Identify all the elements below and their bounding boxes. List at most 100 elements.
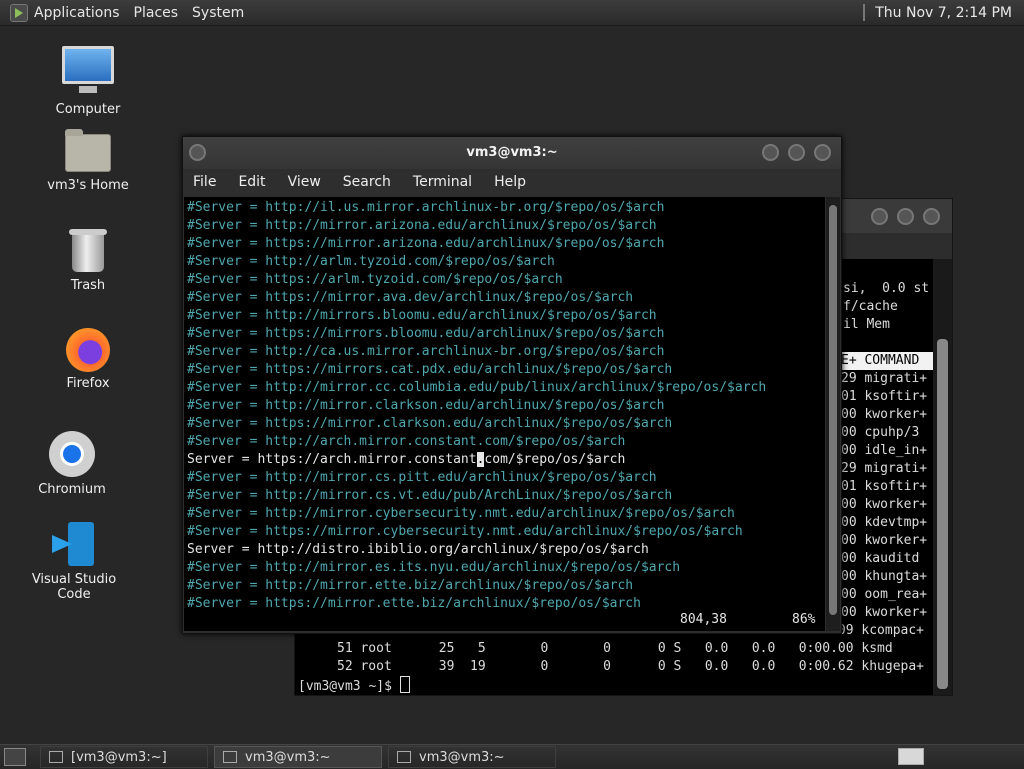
mirrorlist-line: #Server = https://mirror.arizona.edu/arc… [187, 236, 665, 251]
text-cursor [399, 676, 410, 693]
top-process-row: 52 root 39 19 0 0 0 S 0.0 0.0 0:00.62 kh… [337, 659, 924, 674]
menu-edit[interactable]: Edit [238, 174, 265, 190]
menu-search[interactable]: Search [343, 174, 391, 190]
desktop-icon-home[interactable]: vm3's Home [28, 129, 148, 193]
terminal-menubar: File Edit View Search Terminal Help [183, 169, 841, 195]
desktop-icon-label: Visual Studio Code [31, 572, 117, 602]
mirrorlist-line: #Server = http://mirror.cs.vt.edu/pub/Ar… [187, 488, 673, 503]
top-column-header: E+ COMMAND [841, 352, 933, 370]
taskbar-item-terminal-1[interactable]: [vm3@vm3:~] [40, 746, 208, 768]
menu-view[interactable]: View [288, 174, 321, 190]
minimize-icon[interactable] [762, 144, 779, 161]
mirrorlist-line: #Server = https://mirror.ava.dev/archlin… [187, 290, 634, 305]
mirrorlist-line: Server = https://arch.mirror.constant.co… [187, 451, 625, 469]
taskbar-item-terminal-3[interactable]: vm3@vm3:~ [388, 746, 556, 768]
mirrorlist-line: #Server = http://arlm.tyzoid.com/$repo/o… [187, 254, 555, 269]
desktop-icon-label: Chromium [38, 482, 106, 497]
mirrorlist-line: #Server = https://mirrors.bloomu.edu/arc… [187, 326, 665, 341]
maximize-icon[interactable] [897, 208, 914, 225]
taskbar-item-label: vm3@vm3:~ [245, 749, 331, 765]
maximize-icon[interactable] [788, 144, 805, 161]
mirrorlist-line: #Server = http://mirror.arizona.edu/arch… [187, 218, 657, 233]
mirrorlist-line: #Server = https://mirror.ette.biz/archli… [187, 596, 641, 611]
top-command-cell: 29 migrati+ [841, 371, 928, 386]
menu-terminal[interactable]: Terminal [413, 174, 472, 190]
scrollbar-thumb[interactable] [937, 339, 948, 689]
menu-help[interactable]: Help [494, 174, 526, 190]
top-command-cell: 00 kdevtmp+ [841, 515, 928, 530]
trash-icon [69, 229, 107, 272]
workspace-switcher[interactable] [898, 748, 924, 765]
desktop-icon-label: Firefox [66, 376, 110, 391]
top-command-cell: 00 kauditd [841, 551, 920, 566]
mirrorlist-line: #Server = http://arch.mirror.constant.co… [187, 434, 626, 449]
mirrorlist-line: #Server = http://mirrors.bloomu.edu/arch… [187, 308, 657, 323]
clock[interactable]: Thu Nov 7, 2:14 PM [875, 5, 1012, 21]
front-terminal-scrollbar[interactable] [826, 197, 840, 631]
top-command-cell: 01 ksoftir+ [841, 479, 928, 494]
top-panel: Applications Places System Thu Nov 7, 2:… [0, 0, 1024, 26]
top-command-cell: 00 kworker+ [841, 533, 928, 548]
desktop-icon-vscode[interactable]: Visual Studio Code [14, 522, 134, 602]
home-folder-icon [65, 129, 111, 172]
mirrorlist-line: #Server = https://mirrors.cat.pdx.edu/ar… [187, 362, 673, 377]
computer-icon [62, 46, 114, 93]
mirrorlist-line: #Server = http://il.us.mirror.archlinux-… [187, 200, 665, 215]
vim-scroll-percent: 86% [792, 612, 816, 627]
bottom-taskbar: [vm3@vm3:~] vm3@vm3:~ vm3@vm3:~ [0, 744, 1024, 769]
line-text: Server = https://arch.mirror.constant [187, 452, 477, 467]
desktop-icon-firefox[interactable]: Firefox [28, 328, 148, 391]
menu-applications[interactable]: Applications [34, 5, 120, 21]
menu-file[interactable]: File [193, 174, 216, 190]
top-command-cell: 01 ksoftir+ [841, 389, 928, 404]
desktop-icon-chromium[interactable]: Chromium [12, 431, 132, 497]
vscode-icon [52, 522, 96, 566]
terminal-icon [397, 751, 411, 763]
taskbar-item-terminal-2[interactable]: vm3@vm3:~ [214, 746, 382, 768]
vim-cursor-position: 804,38 [680, 612, 727, 627]
panel-separator [863, 4, 866, 21]
mirrorlist-line: #Server = http://mirror.cc.columbia.edu/… [187, 380, 767, 395]
mirrorlist-line: #Server = https://arlm.tyzoid.com/$repo/… [187, 272, 563, 287]
mirrorlist-line: #Server = http://mirror.cybersecurity.nm… [187, 506, 735, 521]
top-command-cell: 00 kworker+ [841, 407, 928, 422]
taskbar-item-label: [vm3@vm3:~] [71, 749, 167, 765]
desktop-icon-trash[interactable]: Trash [28, 229, 148, 293]
vim-editor-screen[interactable]: #Server = http://il.us.mirror.archlinux-… [184, 197, 825, 631]
prompt-text: [vm3@vm3 ~]$ [298, 679, 400, 694]
mirrorlist-line: #Server = http://mirror.es.its.nyu.edu/a… [187, 560, 681, 575]
close-icon[interactable] [814, 144, 831, 161]
background-terminal-scrollbar[interactable] [933, 259, 952, 695]
top-cpu-summary: si, 0.0 st [843, 281, 930, 296]
top-process-row: 51 root 25 5 0 0 0 S 0.0 0.0 0:00.00 ksm… [337, 641, 893, 656]
close-icon[interactable] [923, 208, 940, 225]
mirrorlist-line: #Server = http://mirror.cs.pitt.edu/arch… [187, 470, 657, 485]
taskbar-item-label: vm3@vm3:~ [419, 749, 505, 765]
mirrorlist-line: #Server = http://mirror.ette.biz/archlin… [187, 578, 634, 593]
desktop-icon-label: Computer [55, 102, 121, 117]
mirrorlist-line: #Server = https://mirror.cybersecurity.n… [187, 524, 743, 539]
desktop-icon-computer[interactable]: Computer [28, 46, 148, 117]
shell-prompt: [vm3@vm3 ~]$ [298, 676, 410, 695]
show-desktop-icon[interactable] [4, 748, 26, 766]
top-command-cell: 00 oom_rea+ [841, 587, 928, 602]
terminal-icon [49, 751, 63, 763]
front-terminal-window[interactable]: vm3@vm3:~ File Edit View Search Terminal… [182, 136, 842, 634]
top-command-cell: 29 migrati+ [841, 461, 928, 476]
firefox-icon [66, 328, 110, 372]
top-mem-summary: f/cache [843, 299, 898, 314]
scrollbar-thumb[interactable] [829, 205, 837, 615]
minimize-icon[interactable] [871, 208, 888, 225]
front-terminal-titlebar[interactable]: vm3@vm3:~ [183, 137, 841, 169]
top-swap-summary: il Mem [843, 317, 890, 332]
top-command-cell: 00 kworker+ [841, 497, 928, 512]
clock-area: Thu Nov 7, 2:14 PM [863, 0, 1020, 25]
mirrorlist-line: #Server = http://ca.us.mirror.archlinux-… [187, 344, 665, 359]
menu-system[interactable]: System [192, 5, 244, 21]
menu-places[interactable]: Places [134, 5, 179, 21]
window-title: vm3@vm3:~ [466, 145, 558, 160]
applications-logo-icon[interactable] [10, 3, 28, 22]
top-command-cell: 00 cpuhp/3 [841, 425, 920, 440]
mirrorlist-line: Server = http://distro.ibiblio.org/archl… [187, 542, 649, 557]
mirrorlist-line: #Server = https://mirror.clarkson.edu/ar… [187, 416, 673, 431]
